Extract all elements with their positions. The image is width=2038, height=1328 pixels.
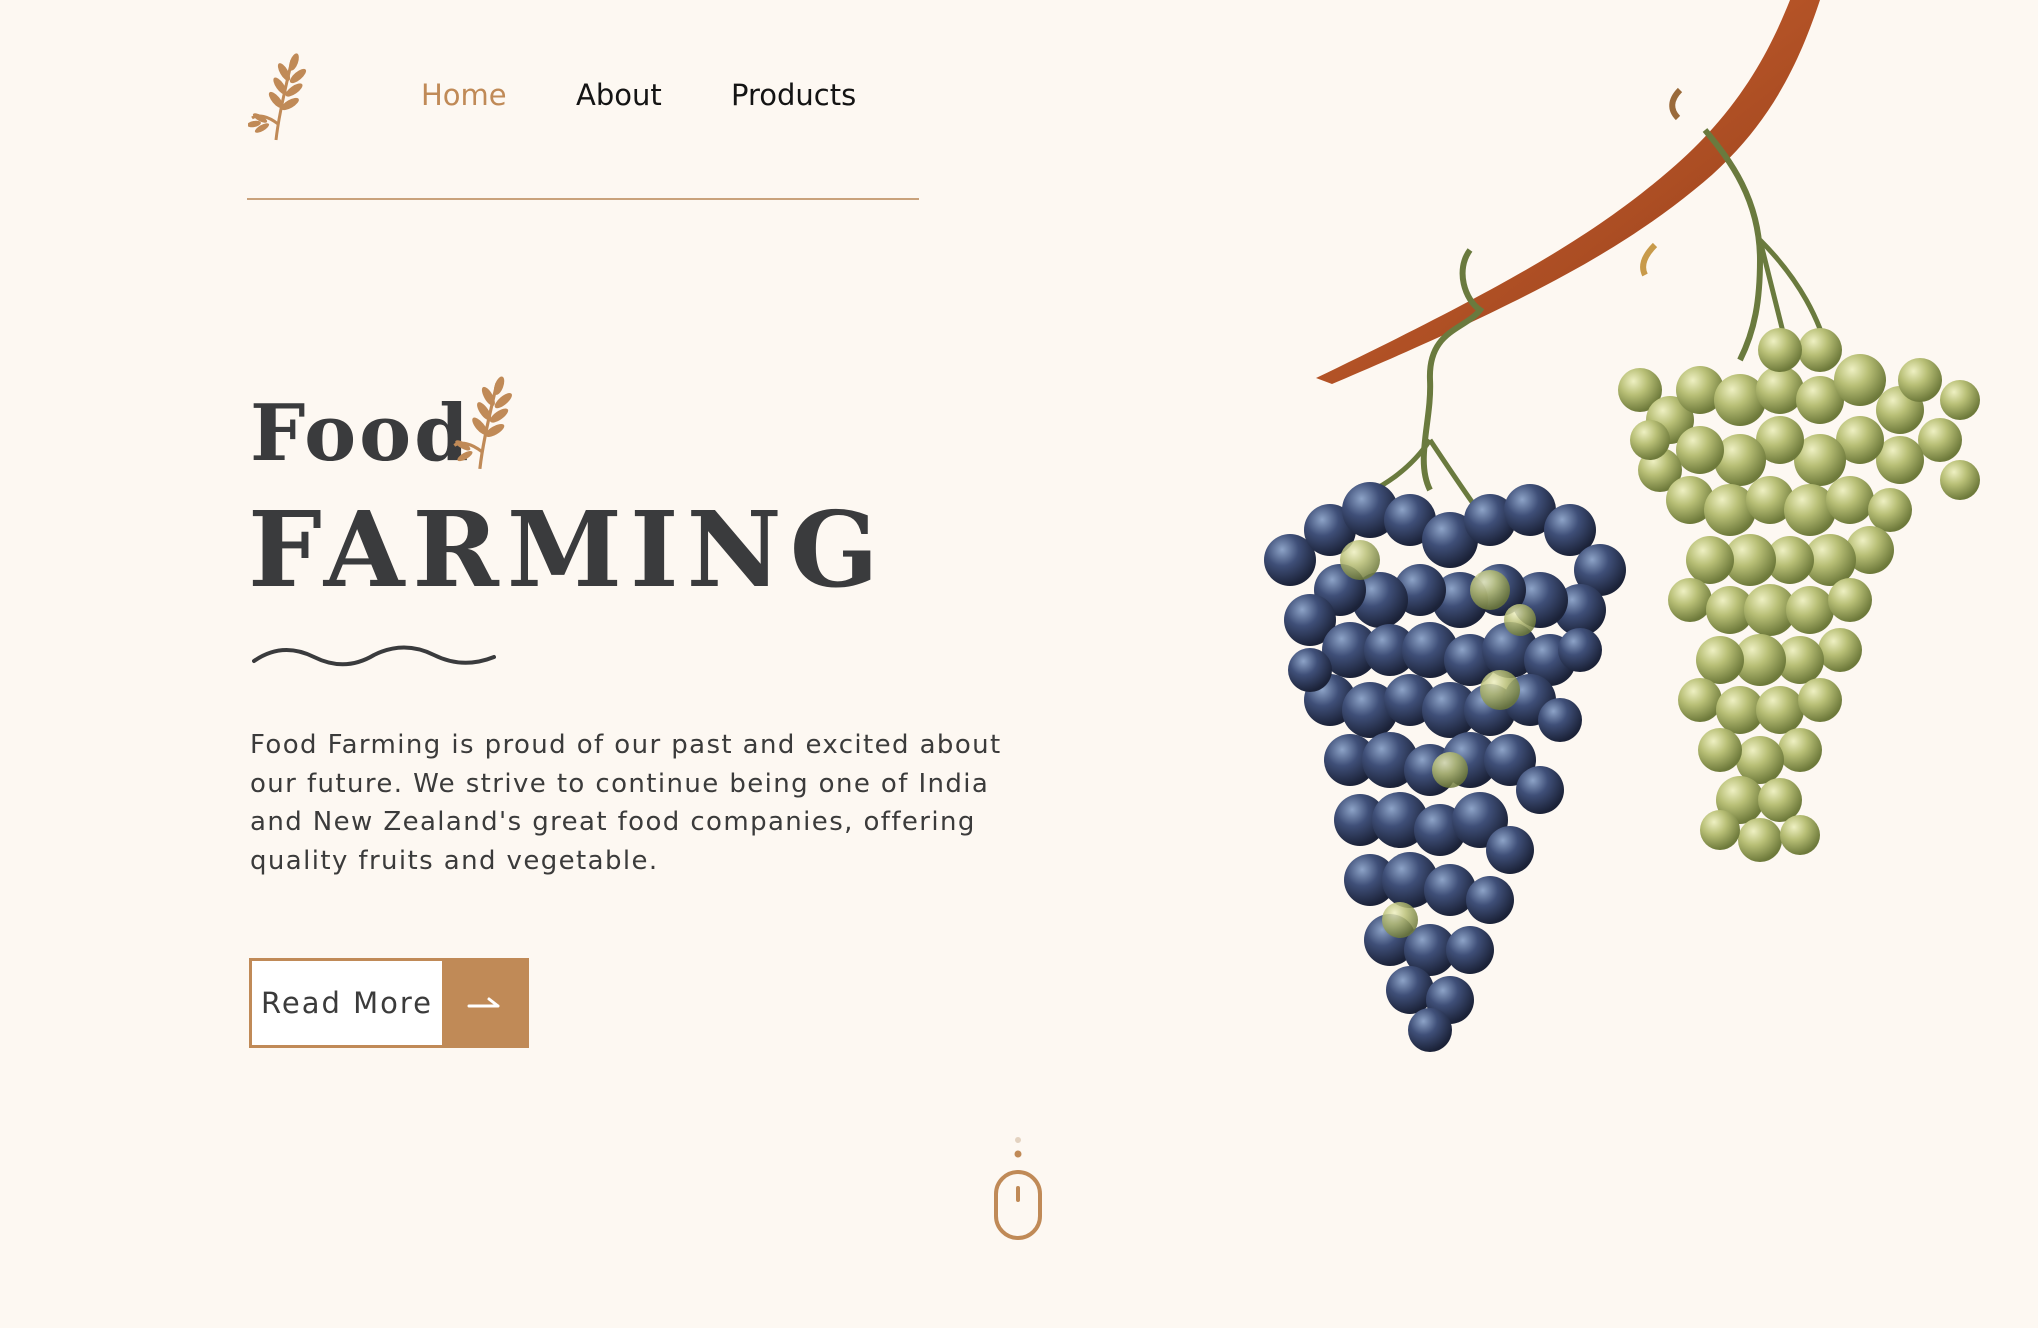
nav-divider bbox=[247, 198, 919, 200]
nav-home[interactable]: Home bbox=[421, 78, 507, 112]
hero-title-small: Food bbox=[250, 388, 472, 479]
logo-wheat-icon[interactable] bbox=[248, 52, 308, 142]
wave-divider bbox=[252, 645, 496, 667]
arrow-right-icon bbox=[442, 961, 526, 1045]
hero-description: Food Farming is proud of our past and ex… bbox=[250, 730, 1002, 876]
grapes-illustration bbox=[1264, 0, 1980, 1052]
hero-title-large: FARMING bbox=[248, 488, 887, 611]
nav-products[interactable]: Products bbox=[731, 78, 856, 112]
read-more-label: Read More bbox=[261, 986, 433, 1020]
nav-about[interactable]: About bbox=[576, 78, 662, 112]
mouse-scroll-icon[interactable] bbox=[990, 1132, 1046, 1240]
wheat-icon bbox=[453, 376, 512, 470]
read-more-button[interactable]: Read More bbox=[249, 958, 529, 1048]
